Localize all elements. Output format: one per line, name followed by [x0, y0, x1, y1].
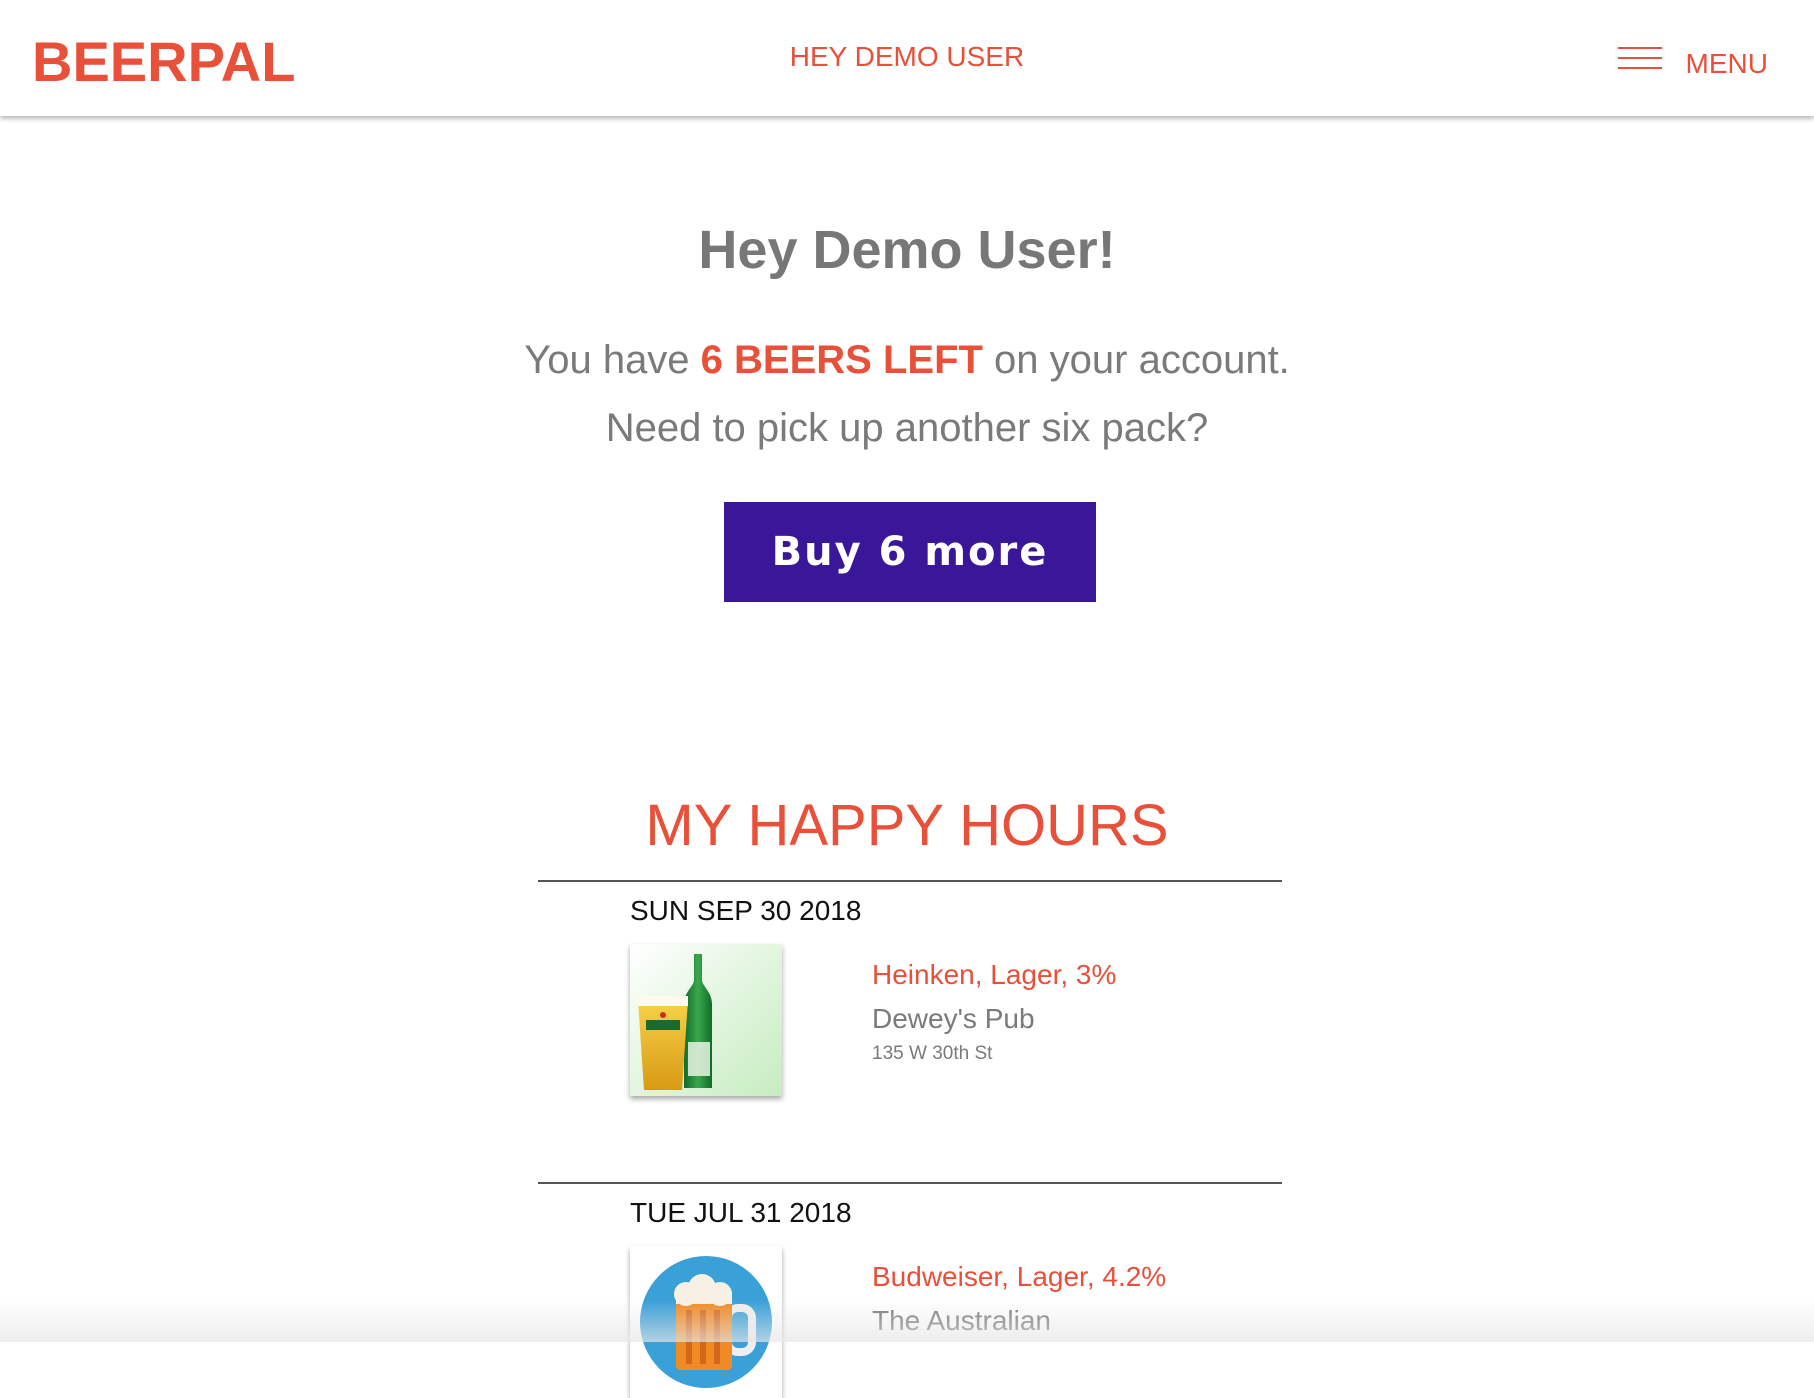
happy-hour-date: SUN SEP 30 2018	[630, 895, 862, 926]
beerpal-logo[interactable]: BEERPAL	[32, 30, 295, 94]
beer-name: Budweiser, Lager, 4.2%	[872, 1261, 1167, 1292]
beers-left-prefix: You have	[524, 338, 701, 382]
happy-hour-entry[interactable]: TUE JUL 31 2018 Budweiser, Lager, 4.2% T…	[538, 1182, 1282, 1398]
beer-bottle-and-glass-icon	[630, 944, 782, 1096]
happy-hours-title: MY HAPPY HOURS	[645, 793, 1169, 858]
beer-mug-icon	[630, 1246, 782, 1398]
beers-left-message: You have 6 BEERS LEFT on your account.	[0, 336, 1814, 384]
menu-button[interactable]: MENU	[1617, 44, 1768, 84]
menu-label: MENU	[1685, 48, 1768, 79]
page-title: Hey Demo User!	[698, 220, 1116, 280]
top-navigation-bar: BEERPAL HEY DEMO USER MENU	[0, 0, 1814, 116]
beer-name: Heinken, Lager, 3%	[872, 959, 1117, 990]
venue-name: Dewey's Pub	[872, 1003, 1035, 1034]
happy-hour-date: TUE JUL 31 2018	[630, 1197, 852, 1228]
venue-address: 135 W 30th St	[872, 1043, 993, 1064]
happy-hour-entry[interactable]: SUN SEP 30 2018 Heinken, Lager, 3% Dewey…	[538, 880, 1282, 1170]
entry-divider	[538, 880, 1282, 882]
beers-left-count: 6 BEERS LEFT	[700, 338, 983, 382]
six-pack-prompt: Need to pick up another six pack?	[605, 406, 1209, 450]
beers-left-suffix: on your account.	[982, 338, 1290, 382]
venue-name: The Australian	[872, 1305, 1051, 1336]
buy-more-button[interactable]: Buy 6 more	[724, 502, 1096, 602]
entry-divider	[538, 1182, 1282, 1184]
hamburger-icon	[1617, 47, 1662, 69]
nav-greeting: HEY DEMO USER	[789, 41, 1025, 72]
